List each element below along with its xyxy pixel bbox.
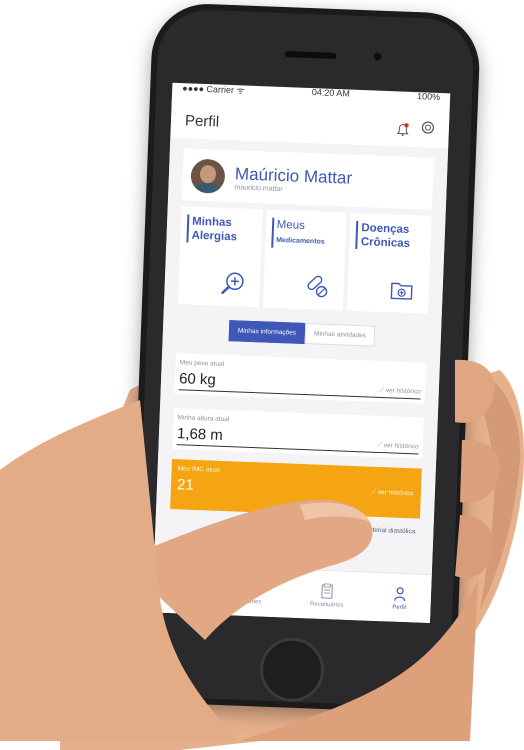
photo-scene: ●●●● Carrier ᯤ 04:20 AM 100% Perfil Maúr… xyxy=(0,0,524,750)
hand-fingers xyxy=(0,359,500,741)
